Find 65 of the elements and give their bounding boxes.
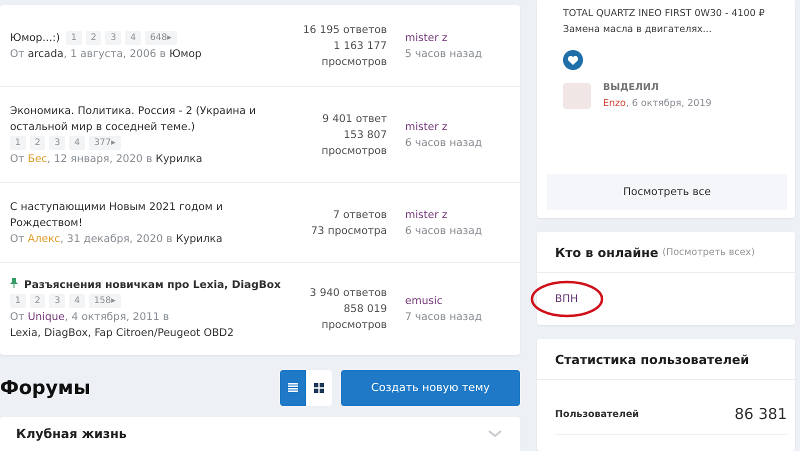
- stat-label: Пользователей: [555, 408, 639, 420]
- last-poster[interactable]: mister z: [405, 118, 482, 134]
- online-title: Кто в онлайне: [555, 244, 658, 260]
- page-link[interactable]: 648▸: [144, 30, 177, 45]
- view-count: 1 163 177 просмотров: [320, 38, 387, 70]
- last-poster[interactable]: mister z: [405, 206, 482, 222]
- category-title[interactable]: Клубная жизнь: [16, 426, 127, 442]
- author-link[interactable]: arcada: [28, 48, 64, 60]
- topic-title[interactable]: Экономика. Политика. Россия - 2 (Украина и остальной мир в соседней теме.): [10, 102, 289, 134]
- forum-link[interactable]: Lexia, DiagBox, Fap Citroen/Peugeot OBD2: [10, 327, 234, 339]
- reply-count: 3 940 ответов: [308, 286, 387, 301]
- last-poster[interactable]: emusic: [405, 293, 482, 309]
- topic-meta: От Бес, 12 января, 2020 в Курилка: [10, 152, 204, 166]
- grid-view-button[interactable]: [306, 370, 332, 406]
- forum-link[interactable]: Юмор: [169, 48, 202, 60]
- last-post-time: 7 часов назад: [405, 310, 482, 325]
- page-link[interactable]: 4: [125, 30, 141, 45]
- page-link[interactable]: 2: [86, 30, 102, 45]
- page-link[interactable]: 3: [49, 294, 66, 308]
- topic-meta: От arcada, 1 августа, 2006 в Юмор: [10, 46, 203, 62]
- product-excerpt: Замена масла в двигателях...: [563, 23, 713, 37]
- view-all-button[interactable]: Посмотреть все: [547, 174, 787, 210]
- topic-meta: От Unique, 4 октября, 2011 в Lexia, DiagBox, Fap Citroen/Peugeot OBD2: [10, 310, 235, 341]
- page-link[interactable]: 2: [30, 294, 46, 308]
- user-link[interactable]: Enzo: [603, 98, 626, 109]
- reply-count: 16 195 ответов: [302, 22, 387, 38]
- page-link[interactable]: 1: [10, 294, 26, 308]
- grid-icon: [314, 382, 324, 393]
- reply-count: 9 401 ответ: [321, 112, 387, 126]
- stats-title: Статистика пользователей: [555, 352, 750, 366]
- page-link[interactable]: 2: [30, 136, 46, 150]
- page-link[interactable]: 4: [69, 294, 85, 308]
- last-post-time: 5 часов назад: [405, 46, 482, 62]
- last-post-time: 6 часов назад: [405, 224, 482, 238]
- reply-count: 7 ответов: [332, 208, 387, 222]
- list-view-button[interactable]: [280, 370, 306, 406]
- view-count: 153 807 просмотров: [320, 128, 387, 158]
- product-title[interactable]: TOTAL QUARTZ INEO FIRST 0W30 - 4100 ₽: [563, 6, 787, 22]
- author-link[interactable]: Unique: [28, 311, 65, 323]
- highlight-label: ВЫДЕЛИЛ: [603, 81, 660, 95]
- page-link[interactable]: 3: [49, 136, 66, 150]
- view-all-link[interactable]: (Посмотреть всех): [662, 246, 755, 258]
- create-topic-button[interactable]: Создать новую тему: [341, 370, 520, 406]
- list-icon: [288, 383, 298, 392]
- forums-title: Форумы: [0, 376, 92, 399]
- last-post-time: 6 часов назад: [405, 136, 482, 150]
- topic-meta: От Алекс, 31 декабря, 2020 в Курилка: [10, 232, 224, 246]
- view-count: 73 просмотра: [310, 224, 387, 238]
- page-link[interactable]: 4: [69, 136, 85, 150]
- online-user[interactable]: ВПН: [555, 293, 578, 305]
- topic-title[interactable]: С наступающими Новым 2021 годом и Рождеством!: [10, 198, 289, 230]
- forum-link[interactable]: Курилка: [176, 232, 222, 244]
- avatar-placeholder: [563, 83, 591, 109]
- page-link[interactable]: 1: [10, 136, 26, 150]
- topic-title[interactable]: Юмор...:): [10, 30, 60, 46]
- forum-link[interactable]: Курилка: [156, 152, 202, 164]
- topic-title[interactable]: Разъяснения новичкам про Lexia, DiagBox: [24, 277, 281, 293]
- page-link[interactable]: 1: [66, 30, 82, 45]
- view-count: 858 019 просмотров: [320, 302, 387, 333]
- highlight-meta: Enzo, 6 октября, 2019: [603, 97, 712, 111]
- page-link[interactable]: 377▸: [88, 136, 121, 150]
- page-link[interactable]: 158▸: [88, 294, 121, 308]
- last-poster[interactable]: mister z: [405, 30, 482, 46]
- stat-value: 86 381: [734, 405, 787, 423]
- page-link[interactable]: 3: [105, 30, 122, 45]
